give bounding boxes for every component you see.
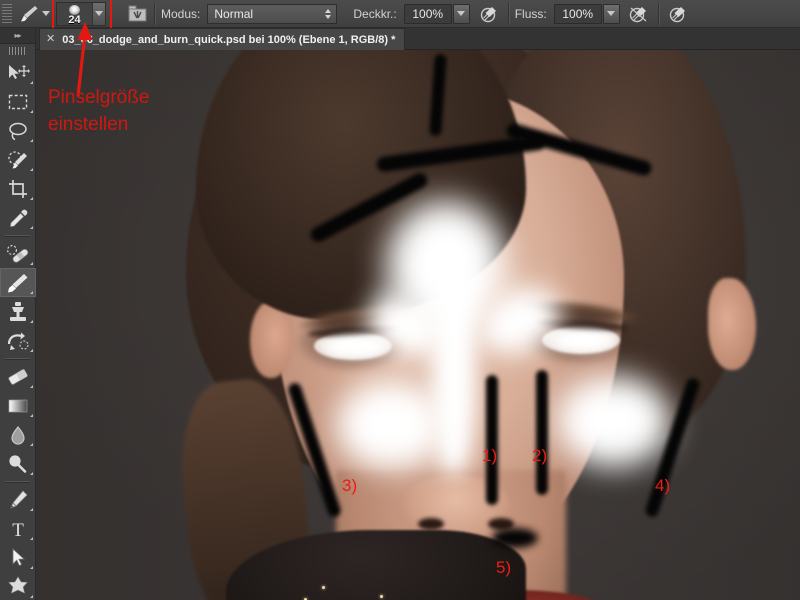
options-separator-2 (507, 2, 509, 25)
tool-move-tool[interactable] (0, 58, 36, 87)
tool-quick-selection-tool[interactable] (0, 145, 36, 174)
dodge-eye-highlight-right (556, 332, 614, 350)
ear-right (708, 278, 756, 370)
burn-stroke-nose-right (536, 370, 548, 495)
document-tab-bar: ✕ 03_06_dodge_and_burn_quick.psd bei 100… (36, 28, 800, 50)
tool-eyedropper-tool[interactable] (0, 203, 36, 232)
brush-panel-icon[interactable] (126, 4, 148, 24)
flow-caret[interactable] (602, 3, 620, 24)
tool-path-selection-tool[interactable] (0, 543, 36, 572)
photoshop-window: 24 Modus: Normal Deckkr.: 100% Fluss: 10… (0, 0, 800, 600)
sequin (380, 595, 383, 598)
flow-label: Fluss: (514, 6, 547, 21)
mode-label: Modus: (161, 6, 201, 21)
tool-type-tool[interactable]: T (0, 514, 36, 543)
annotation-number-2: 2) (532, 446, 548, 465)
options-separator (154, 2, 155, 25)
toolbar-divider-3 (5, 481, 30, 482)
double-chevron-right-icon[interactable]: ▸▸ (0, 28, 35, 44)
opacity-value: 100% (412, 6, 444, 21)
tool-rectangular-marquee-tool[interactable] (0, 87, 36, 116)
blend-mode-select[interactable]: Normal (207, 3, 338, 24)
callout-text: Pinselgröße einstellen (48, 87, 150, 135)
burn-stroke-nose-left (486, 375, 498, 505)
tool-crop-tool[interactable] (0, 174, 36, 203)
blend-mode-value: Normal (214, 6, 254, 21)
brush-icon[interactable] (16, 3, 42, 25)
panel-grip-icon[interactable] (0, 44, 35, 58)
tool-blur-tool[interactable] (0, 420, 36, 449)
brush-preset-caret[interactable] (92, 2, 105, 25)
tool-custom-shape-tool[interactable] (0, 572, 36, 600)
tool-pen-tool[interactable] (0, 485, 36, 514)
svg-text:T: T (12, 520, 24, 539)
tool-dodge-tool[interactable] (0, 449, 36, 478)
flow-value: 100% (562, 6, 594, 21)
airbrush-icon[interactable] (626, 3, 652, 25)
toolbar-divider-2 (5, 358, 30, 359)
tools-panel: ▸▸ T (0, 28, 36, 600)
opacity-input[interactable]: 100% (403, 3, 452, 24)
dodge-cheek-right (556, 375, 671, 467)
soft-round-brush-icon[interactable]: 24 (57, 2, 92, 26)
tool-lasso-tool[interactable] (0, 116, 36, 145)
tool-history-brush-tool[interactable] (0, 326, 36, 355)
annotation-number-3: 3) (342, 476, 358, 495)
tool-healing-brush-tool[interactable] (0, 239, 36, 268)
toolbar-divider (5, 235, 30, 236)
updown-caret-icon[interactable] (325, 8, 332, 19)
image-canvas[interactable]: 1) 2) 3) 4) 5) (36, 50, 800, 600)
pressure-opacity-icon[interactable] (476, 3, 502, 25)
tool-options-bar: 24 Modus: Normal Deckkr.: 100% Fluss: 10… (0, 0, 800, 30)
flow-input[interactable]: 100% (553, 3, 602, 24)
options-separator-3 (657, 2, 659, 25)
brush-preset-picker-caret[interactable] (42, 11, 50, 16)
dodge-cheek-left (336, 380, 446, 470)
nostril-left (418, 518, 444, 530)
brush-preset-control[interactable]: 24 (52, 0, 112, 30)
tool-clone-stamp-tool[interactable] (0, 297, 36, 326)
annotation-number-5: 5) (496, 558, 512, 577)
tool-eraser-tool[interactable] (0, 362, 36, 391)
tool-brush-tool[interactable] (0, 268, 36, 297)
edited-photo (36, 50, 800, 600)
document-tab-title: 03_06_dodge_and_burn_quick.psd bei 100% … (62, 33, 396, 46)
dodge-eye-highlight-left (326, 338, 384, 356)
pressure-size-icon[interactable] (665, 3, 691, 25)
tool-gradient-tool[interactable] (0, 391, 36, 420)
options-bar-grip[interactable] (2, 3, 12, 24)
annotation-number-4: 4) (655, 476, 671, 495)
brush-size-value: 24 (68, 13, 81, 26)
sequin (322, 586, 325, 589)
close-icon[interactable]: ✕ (46, 34, 55, 45)
opacity-caret[interactable] (452, 3, 470, 24)
burn-stroke-philtrum (492, 528, 538, 548)
opacity-label: Deckkr.: (353, 6, 397, 21)
document-tab[interactable]: ✕ 03_06_dodge_and_burn_quick.psd bei 100… (39, 28, 406, 50)
annotation-number-1: 1) (482, 446, 498, 465)
